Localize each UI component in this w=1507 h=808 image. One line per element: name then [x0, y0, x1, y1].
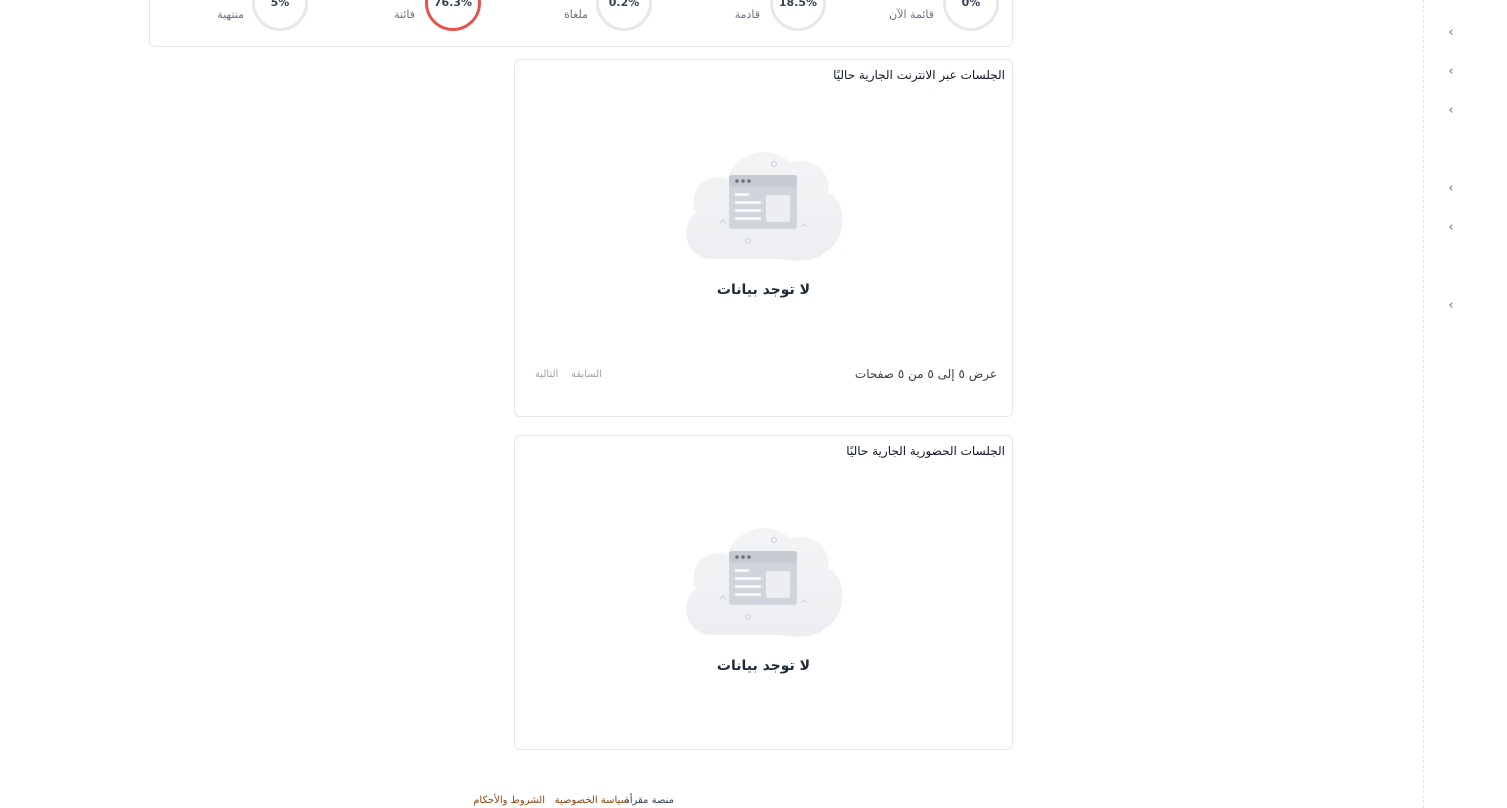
stat-percent: 5%: [270, 0, 290, 9]
pagination-prev-button[interactable]: السابقة: [571, 369, 602, 380]
stat-completed: 5% منتهية: [200, 0, 330, 46]
stat-missed: 76.3% فائتة: [380, 0, 510, 46]
sidebar-chevron-left-icon[interactable]: ‹: [1444, 299, 1458, 313]
sidebar-chevron-left-icon[interactable]: ‹: [1444, 221, 1458, 235]
empty-window-cloud-icon: [686, 151, 843, 261]
stat-label: قادمة: [734, 8, 760, 21]
sidebar-chevron-left-icon[interactable]: ‹: [1444, 182, 1458, 196]
empty-state-text: لا توجد بيانات: [716, 658, 811, 674]
panel-title: الجلسات الحضورية الجارية حاليًا: [846, 444, 1005, 458]
stat-progress-ring: 0.2%: [596, 0, 652, 31]
inperson-sessions-panel: الجلسات الحضورية الجارية حاليًا لا توجد …: [514, 435, 1013, 750]
stat-label: ملغاة: [564, 8, 588, 21]
stat-progress-ring: 18.5%: [770, 0, 826, 31]
stat-current: 0% قائمة الآن: [889, 0, 1010, 46]
stat-progress-ring: 0%: [943, 0, 999, 31]
stat-cancelled: 0.2% ملغاة: [550, 0, 680, 46]
session-stats-card: 0% قائمة الآن 18.5% قادمة 0.2% ملغاة 76.…: [149, 0, 1013, 47]
stat-label: فائتة: [394, 8, 415, 21]
pagination-info: عرض ٥ إلى ٥ من ٥ صفحات: [854, 367, 997, 381]
stat-percent: 76.3%: [433, 0, 473, 9]
stat-progress-ring: 76.3%: [425, 0, 481, 31]
pagination-next-button[interactable]: التالية: [535, 369, 558, 380]
stat-percent: 0%: [961, 0, 981, 9]
sidebar-chevron-left-icon[interactable]: ‹: [1444, 26, 1458, 40]
empty-state-text: لا توجد بيانات: [716, 282, 811, 298]
footer-privacy-link[interactable]: سياسة الخصوصية: [555, 795, 629, 806]
sidebar-chevron-left-icon[interactable]: ‹: [1444, 65, 1458, 79]
footer-terms-link[interactable]: الشروط والأحكام: [473, 795, 545, 806]
empty-window-cloud-icon: [686, 527, 843, 637]
stat-label: منتهية: [217, 8, 244, 21]
sidebar-rail: [1423, 0, 1507, 808]
stat-upcoming: 18.5% قادمة: [720, 0, 850, 46]
online-sessions-panel: الجلسات عبر الانترنت الجارية حاليًا لا ت…: [514, 59, 1013, 417]
stat-label: قائمة الآن: [889, 8, 934, 21]
footer-brand: منصة مقرأة: [624, 795, 674, 806]
stat-percent: 0.2%: [608, 0, 640, 9]
panel-title: الجلسات عبر الانترنت الجارية حاليًا: [833, 68, 1005, 82]
stat-percent: 18.5%: [778, 0, 818, 9]
stat-progress-ring: 5%: [252, 0, 308, 31]
sidebar-chevron-left-icon[interactable]: ‹: [1444, 104, 1458, 118]
